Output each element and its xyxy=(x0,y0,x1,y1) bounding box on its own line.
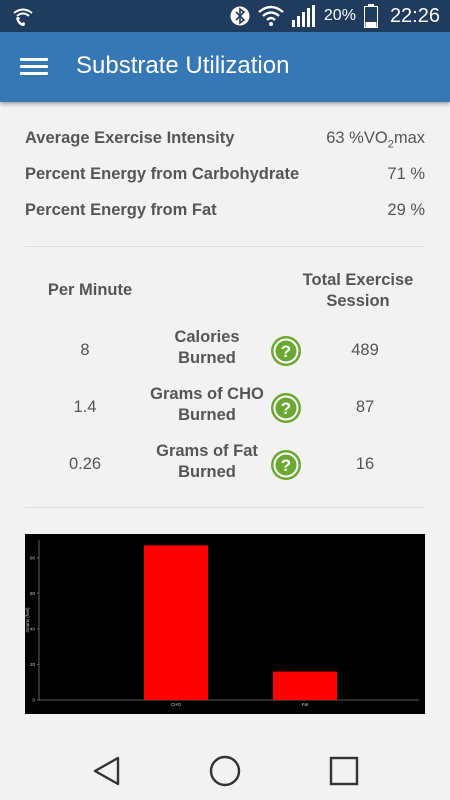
stat-row-fat: Percent Energy from Fat 29 % xyxy=(25,201,425,225)
stat-row-carbohydrate: Percent Energy from Carbohydrate 71 % xyxy=(25,165,425,189)
total-value: 489 xyxy=(351,341,379,359)
battery-percent: 20% xyxy=(323,7,356,24)
substrate-bar-chart: 0 20 40 60 80 Grams (fuel) CHO Fat xyxy=(25,534,425,714)
app-bar: Substrate Utilization xyxy=(0,32,450,102)
stat-row-intensity: Average Exercise Intensity 63 %VO2max xyxy=(25,129,425,153)
column-header-total: Total Exercise Session xyxy=(302,271,414,310)
stat-label: Percent Energy from Fat xyxy=(25,201,217,219)
question-help-icon[interactable]: ? xyxy=(270,392,302,424)
per-minute-value: 1.4 xyxy=(73,398,97,416)
svg-text:?: ? xyxy=(281,342,291,361)
x-tick-label: CHO xyxy=(171,702,181,707)
question-help-icon[interactable]: ? xyxy=(270,335,302,367)
signal-icon xyxy=(291,5,315,27)
navigation-bar xyxy=(0,740,450,800)
total-value: 16 xyxy=(355,455,375,473)
recents-square-icon[interactable] xyxy=(327,754,361,788)
bluetooth-icon xyxy=(230,6,250,26)
y-tick-label: 0 xyxy=(32,698,35,703)
divider xyxy=(25,507,425,508)
column-header-per-minute: Per Minute xyxy=(47,281,133,299)
wifi-call-icon xyxy=(13,8,33,26)
clock: 22:26 xyxy=(389,4,440,27)
y-tick-label: 80 xyxy=(30,555,36,560)
metric-label: Calories Burned xyxy=(174,328,240,367)
x-tick-label: Fat xyxy=(302,702,309,707)
svg-text:?: ? xyxy=(281,456,291,475)
status-bar: 20% 22:26 xyxy=(0,0,450,32)
hamburger-menu-icon[interactable] xyxy=(18,54,50,80)
stat-value: 71 % xyxy=(387,165,425,183)
svg-text:?: ? xyxy=(281,399,291,418)
bar-fat xyxy=(273,671,337,700)
y-tick-label: 20 xyxy=(30,662,36,667)
divider xyxy=(25,246,425,247)
stat-label: Percent Energy from Carbohydrate xyxy=(25,165,300,183)
wifi-icon xyxy=(258,5,284,26)
chart-svg: 0 20 40 60 80 Grams (fuel) CHO Fat xyxy=(25,540,419,707)
y-tick-label: 40 xyxy=(30,626,36,631)
metric-label: Grams of CHO Burned xyxy=(150,385,264,424)
battery-icon xyxy=(363,4,378,28)
bar-cho xyxy=(144,545,208,700)
table-row: 1.4 Grams of CHO Burned ? 87 xyxy=(25,384,425,434)
stat-value: 29 % xyxy=(387,201,425,219)
question-help-icon[interactable]: ? xyxy=(270,449,302,481)
per-minute-value: 0.26 xyxy=(68,455,102,473)
back-triangle-icon[interactable] xyxy=(90,754,124,788)
table-row: 0.26 Grams of Fat Burned ? 16 xyxy=(25,441,425,491)
y-axis-label: Grams (fuel) xyxy=(25,607,30,633)
page-title: Substrate Utilization xyxy=(76,52,290,79)
y-tick-label: 60 xyxy=(30,591,36,596)
table-row: 8 Calories Burned ? 489 xyxy=(25,327,425,377)
metric-label: Grams of Fat Burned xyxy=(156,442,258,481)
total-value: 87 xyxy=(355,398,375,416)
per-minute-value: 8 xyxy=(80,341,90,359)
home-circle-icon[interactable] xyxy=(208,754,242,788)
stat-value: 63 %VO2max xyxy=(326,129,425,151)
stat-label: Average Exercise Intensity xyxy=(25,129,235,147)
